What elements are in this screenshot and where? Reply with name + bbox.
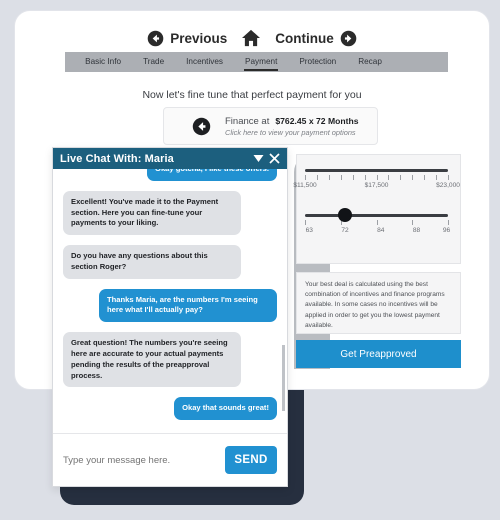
tick-mark: [376, 175, 378, 180]
chat-bubble-user: Thanks Maria, are the numbers I'm seeing…: [99, 288, 277, 323]
chat-scrollbar-thumb[interactable]: [282, 345, 285, 411]
continue-label: Continue: [275, 30, 334, 46]
tab-recap[interactable]: Recap: [347, 52, 393, 72]
tick-label: 96: [442, 227, 451, 234]
tick-mark: [388, 175, 390, 180]
tick-label: $23,000: [436, 182, 460, 189]
chat-bubble-agent: Great question! The numbers you're seein…: [63, 332, 241, 388]
chat-bubble-user: Okay that sounds great!: [174, 397, 277, 421]
term-slider-knob[interactable]: [338, 208, 353, 222]
section-tabs: Basic Info Trade Incentives Payment Protecti…: [65, 52, 448, 72]
screen-root: Previous Continue Basic Info Trade Incenti…: [0, 0, 500, 520]
tick-label: 63: [305, 227, 313, 234]
finance-summary-button[interactable]: Finance at $762.45 x 72 Months Click here…: [163, 107, 378, 145]
chat-bubble-agent: Do you have any questions about this sec…: [63, 245, 241, 279]
home-icon[interactable]: [241, 29, 261, 47]
send-button[interactable]: SEND: [225, 446, 277, 474]
tick-label: 72: [341, 227, 349, 234]
tick-mark: [448, 175, 449, 180]
tab-trade[interactable]: Trade: [132, 52, 175, 72]
finance-label-row: Finance at $762.45 x 72 Months: [225, 116, 359, 127]
chat-bubble-user: Okay gotcha, I like these offers.: [147, 169, 277, 181]
tick-mark: [376, 220, 378, 225]
tick-mark: [436, 175, 438, 180]
tick-mark: [400, 175, 402, 180]
price-slider-track[interactable]: [305, 169, 448, 172]
disclaimer-text: Your best deal is calculated using the b…: [296, 272, 461, 334]
term-slider-track[interactable]: [305, 214, 448, 217]
slider-card: $11,500 $17,500 $23,000 63 72 84 88 96: [293, 154, 461, 264]
payment-options-panel: $11,500 $17,500 $23,000 63 72 84 88 96 Your be…: [293, 154, 461, 379]
tick-mark: [412, 175, 414, 180]
chat-header: Live Chat With: Maria: [53, 148, 287, 169]
arrow-right-circle-icon: [340, 30, 357, 46]
tab-protection[interactable]: Protection: [288, 52, 347, 72]
term-slider-tick-labels: 63 72 84 88 96: [305, 227, 451, 237]
previous-label: Previous: [170, 30, 228, 46]
finance-amount: $762.45 x 72 Months: [275, 115, 359, 126]
tick-mark: [448, 220, 449, 225]
tick-mark: [424, 175, 426, 180]
price-slider-ticks: [305, 175, 449, 180]
continue-button[interactable]: Continue: [275, 30, 357, 47]
tick-label: $17,500: [364, 182, 389, 189]
tab-incentives[interactable]: Incentives: [175, 52, 234, 72]
top-navigation: Previous Continue: [15, 29, 489, 47]
arrow-left-circle-icon: [192, 117, 211, 135]
chat-bubble-agent: Excellent! You've made it to the Payment…: [63, 190, 241, 236]
chat-footer: SEND: [53, 433, 287, 486]
tab-payment[interactable]: Payment: [234, 52, 288, 72]
chat-title: Live Chat With: Maria: [60, 152, 174, 165]
finance-hint: Click here to view your payment options: [225, 127, 356, 137]
triangle-down-icon[interactable]: [253, 154, 264, 163]
arrow-left-circle-icon: [147, 30, 164, 46]
get-preapproved-button[interactable]: Get Preapproved: [296, 340, 461, 368]
chat-message-input[interactable]: [63, 454, 225, 466]
price-slider-tick-labels: $11,500 $17,500 $23,000: [293, 182, 460, 192]
finance-label: Finance at: [225, 115, 270, 127]
tick-mark: [305, 175, 306, 180]
get-preapproved-label: Get Preapproved: [340, 348, 417, 360]
tick-mark: [352, 175, 354, 180]
live-chat-window: Live Chat With: Maria Okay gotcha, I lik…: [52, 147, 288, 487]
chat-message-list[interactable]: Okay gotcha, I like these offers. Excelle…: [53, 169, 287, 434]
tab-basic-info[interactable]: Basic Info: [74, 52, 132, 72]
tick-mark: [316, 175, 318, 180]
close-icon[interactable]: [269, 153, 280, 164]
tick-mark: [340, 175, 342, 180]
tick-label: 88: [412, 227, 421, 234]
finance-text: Finance at $762.45 x 72 Months Click here…: [225, 116, 359, 137]
term-slider-ticks: [305, 220, 449, 225]
tick-mark: [412, 220, 414, 225]
tick-label: $11,500: [293, 182, 317, 189]
tick-mark: [364, 175, 366, 180]
page-title: Now let's fine tune that perfect payment…: [142, 89, 362, 101]
tick-label: 84: [377, 227, 385, 234]
previous-button[interactable]: Previous: [147, 30, 227, 47]
tick-mark: [328, 175, 330, 180]
tick-mark: [305, 220, 306, 225]
